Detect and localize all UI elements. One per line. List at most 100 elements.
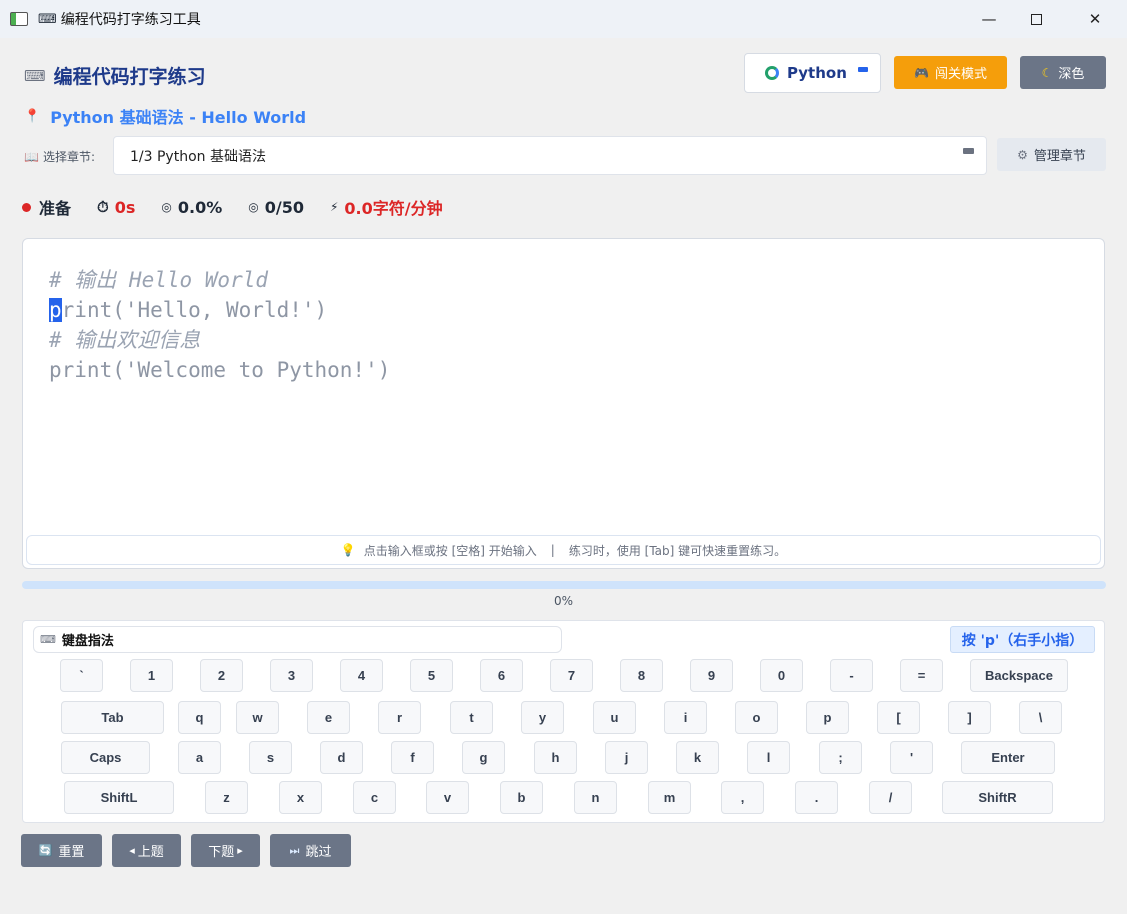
- keyboard-key[interactable]: y: [521, 701, 564, 734]
- reset-button[interactable]: 🔄 重置: [21, 834, 102, 867]
- keyboard-key[interactable]: =: [900, 659, 943, 692]
- skip-button[interactable]: ⏭ 跳过: [270, 834, 351, 867]
- keyboard-key[interactable]: v: [426, 781, 469, 814]
- level-mode-label: 闯关模式: [934, 67, 987, 82]
- language-label: Python: [787, 64, 847, 82]
- lesson-title: 📍 Python 基础语法 - Hello World: [24, 104, 306, 128]
- keyboard-key[interactable]: d: [320, 741, 363, 774]
- keyboard-key[interactable]: a: [178, 741, 221, 774]
- skip-label: 跳过: [305, 845, 332, 860]
- keyboard-key[interactable]: i: [664, 701, 707, 734]
- time-stat: ⏱ 0s: [97, 198, 135, 217]
- keyboard-key[interactable]: b: [500, 781, 543, 814]
- keyboard-key[interactable]: n: [574, 781, 617, 814]
- keyboard-key[interactable]: g: [462, 741, 505, 774]
- keyboard-key[interactable]: m: [648, 781, 691, 814]
- keyboard-key[interactable]: ShiftR: [942, 781, 1053, 814]
- accuracy-value: 0.0%: [177, 197, 223, 217]
- keyboard-key[interactable]: o: [735, 701, 778, 734]
- keyboard-title-text: 键盘指法: [61, 634, 114, 649]
- keyboard-key[interactable]: 2: [200, 659, 243, 692]
- keyboard-key[interactable]: 9: [690, 659, 733, 692]
- keyboard-key[interactable]: s: [249, 741, 292, 774]
- chapter-selected-value: 1/3 Python 基础语法: [130, 148, 266, 165]
- keyboard-key[interactable]: j: [605, 741, 648, 774]
- finger-hint: 按 'p'（右手小指）: [950, 626, 1095, 653]
- keyboard-key[interactable]: z: [205, 781, 248, 814]
- maximize-button[interactable]: [1013, 0, 1059, 38]
- chapter-select[interactable]: 1/3 Python 基础语法: [113, 136, 987, 175]
- chevron-left-icon: ◂: [129, 844, 135, 857]
- count-value: 0/50: [264, 197, 304, 217]
- app-window-icon: [10, 12, 28, 26]
- prev-label: 上题: [137, 845, 164, 860]
- next-button[interactable]: 下题 ▸: [191, 834, 260, 867]
- keyboard-key[interactable]: Backspace: [970, 659, 1068, 692]
- reset-label: 重置: [58, 845, 85, 860]
- keyboard-key[interactable]: 8: [620, 659, 663, 692]
- keyboard-key[interactable]: r: [378, 701, 421, 734]
- counter-icon: ◎: [248, 200, 259, 214]
- keyboard-key[interactable]: f: [391, 741, 434, 774]
- speed-value: 0.0字符/分钟: [344, 199, 443, 218]
- keyboard-icon: ⌨: [24, 66, 46, 85]
- keyboard-key[interactable]: 3: [270, 659, 313, 692]
- progress-label: 0%: [553, 594, 574, 608]
- refresh-icon: 🔄: [38, 844, 53, 857]
- input-hint-bar[interactable]: 💡 点击输入框或按 [空格] 开始输入 | 练习时，使用 [Tab] 键可快速重…: [26, 535, 1101, 565]
- keyboard-key[interactable]: Tab: [61, 701, 164, 734]
- code-display: # 输出 Hello World print('Hello, World!') # …: [49, 265, 390, 385]
- hint-separator: |: [550, 543, 555, 557]
- minimize-button[interactable]: —: [966, 0, 1012, 38]
- keyboard-key[interactable]: [: [877, 701, 920, 734]
- keyboard-key[interactable]: p: [806, 701, 849, 734]
- keyboard-key[interactable]: ,: [721, 781, 764, 814]
- keyboard-key[interactable]: u: [593, 701, 636, 734]
- keyboard-key[interactable]: 1: [130, 659, 173, 692]
- keyboard-key[interactable]: \: [1019, 701, 1062, 734]
- skip-forward-icon: ⏭: [289, 843, 300, 857]
- keyboard-key[interactable]: w: [236, 701, 279, 734]
- keyboard-key[interactable]: ;: [819, 741, 862, 774]
- keyboard-key[interactable]: x: [279, 781, 322, 814]
- prev-button[interactable]: ◂ 上题: [112, 834, 181, 867]
- keyboard-key[interactable]: 0: [760, 659, 803, 692]
- keyboard-key[interactable]: ]: [948, 701, 991, 734]
- moon-icon: ☾: [1041, 65, 1053, 80]
- keyboard-title: ⌨ 键盘指法: [33, 626, 562, 653]
- keyboard-key[interactable]: 4: [340, 659, 383, 692]
- keyboard-key[interactable]: /: [869, 781, 912, 814]
- keyboard-key[interactable]: 5: [410, 659, 453, 692]
- keyboard-key[interactable]: Enter: [961, 741, 1055, 774]
- dark-mode-button[interactable]: ☾ 深色: [1020, 56, 1106, 89]
- keyboard-panel: ⌨ 键盘指法 按 'p'（右手小指） ` 1 2 3 4 5 6 7 8 9 0- = Backspac…: [22, 620, 1105, 823]
- manage-chapters-button[interactable]: ⚙ 管理章节: [997, 138, 1106, 171]
- level-mode-button[interactable]: 🎮 闯关模式: [894, 56, 1007, 89]
- typing-editor[interactable]: # 输出 Hello World print('Hello, World!') # …: [22, 238, 1105, 569]
- keyboard-key[interactable]: t: [450, 701, 493, 734]
- keyboard-key[interactable]: 6: [480, 659, 523, 692]
- keyboard-key[interactable]: Caps: [61, 741, 150, 774]
- keyboard-key[interactable]: l: [747, 741, 790, 774]
- keyboard-key[interactable]: h: [534, 741, 577, 774]
- keyboard-key[interactable]: e: [307, 701, 350, 734]
- keyboard-key[interactable]: -: [830, 659, 873, 692]
- keyboard-key[interactable]: c: [353, 781, 396, 814]
- gamepad-icon: 🎮: [914, 65, 929, 80]
- keyboard-key[interactable]: `: [60, 659, 103, 692]
- close-button[interactable]: ✕: [1072, 0, 1118, 38]
- keyboard-key[interactable]: ': [890, 741, 933, 774]
- app-title-text: 编程代码打字练习: [53, 66, 206, 88]
- keyboard-key[interactable]: q: [178, 701, 221, 734]
- code-line: print('Welcome to Python!'): [49, 358, 391, 382]
- maximize-icon: [1030, 13, 1042, 25]
- keyboard-key[interactable]: .: [795, 781, 838, 814]
- chapter-label-text: 选择章节:: [42, 150, 95, 164]
- language-select[interactable]: Python: [744, 53, 881, 93]
- dropdown-icon: [963, 148, 974, 154]
- keyboard-key[interactable]: 7: [550, 659, 593, 692]
- speed-stat: ⚡ 0.0字符/分钟: [330, 195, 443, 219]
- chevron-right-icon: ▸: [237, 844, 243, 857]
- keyboard-key[interactable]: ShiftL: [64, 781, 174, 814]
- keyboard-key[interactable]: k: [676, 741, 719, 774]
